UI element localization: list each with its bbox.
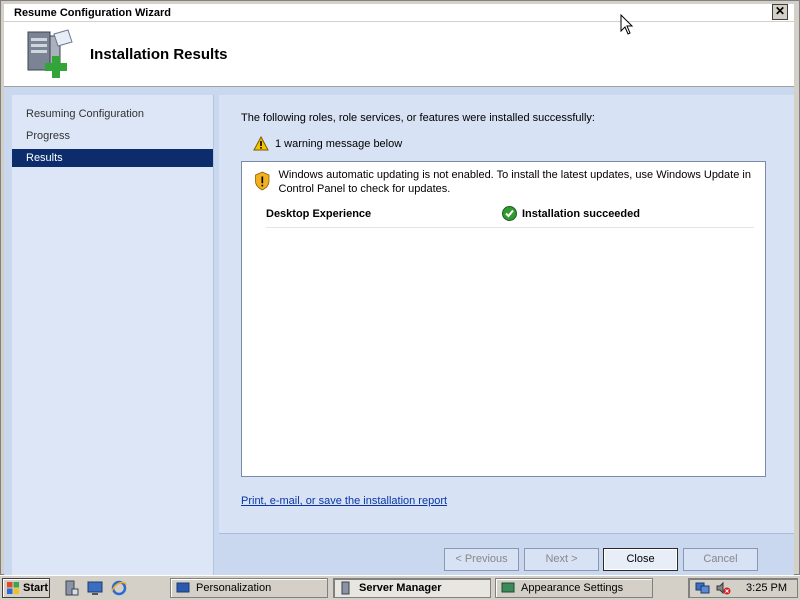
close-window-button[interactable]: ✕ bbox=[772, 4, 788, 20]
start-button[interactable]: Start bbox=[2, 578, 50, 598]
windows-logo-icon bbox=[7, 582, 19, 594]
task-appearance-settings[interactable]: Appearance Settings bbox=[495, 578, 653, 598]
task-server-manager[interactable]: Server Manager bbox=[333, 578, 491, 598]
sidebar-item-progress[interactable]: Progress bbox=[12, 127, 213, 145]
cancel-button[interactable]: Cancel bbox=[683, 548, 758, 571]
results-panel: The following roles, role services, or f… bbox=[219, 95, 794, 533]
warning-summary: 1 warning message below bbox=[253, 136, 402, 151]
wizard-steps-sidebar: Resuming Configuration Progress Results bbox=[12, 95, 214, 577]
feature-status: Installation succeeded bbox=[502, 206, 640, 221]
server-add-icon bbox=[27, 29, 73, 78]
previous-button[interactable]: < Previous bbox=[444, 548, 519, 571]
warning-message: Windows automatic updating is not enable… bbox=[278, 169, 751, 195]
window-title: Resume Configuration Wizard bbox=[14, 6, 171, 19]
server-manager-icon bbox=[341, 581, 350, 595]
next-button[interactable]: Next > bbox=[524, 548, 599, 571]
results-list[interactable]: Windows automatic updating is not enable… bbox=[241, 161, 766, 477]
page-title: Installation Results bbox=[90, 46, 228, 63]
server-manager-quicklaunch-icon[interactable] bbox=[62, 579, 80, 597]
taskbar: Start Personalization Server Manager App… bbox=[0, 575, 800, 600]
wizard-body: Resuming Configuration Progress Results … bbox=[4, 87, 794, 577]
sidebar-item-resuming-configuration[interactable]: Resuming Configuration bbox=[12, 105, 213, 123]
feature-name: Desktop Experience bbox=[266, 207, 372, 220]
task-label: Appearance Settings bbox=[521, 582, 624, 594]
installation-report-link[interactable]: Print, e-mail, or save the installation … bbox=[241, 495, 447, 507]
title-bar[interactable]: Resume Configuration Wizard ✕ bbox=[4, 4, 794, 21]
network-icon[interactable] bbox=[695, 580, 711, 596]
task-label: Personalization bbox=[196, 582, 272, 594]
internet-explorer-icon[interactable] bbox=[110, 579, 128, 597]
appearance-settings-icon bbox=[501, 582, 515, 593]
warning-message-row: Windows automatic updating is not enable… bbox=[254, 168, 764, 196]
success-check-icon bbox=[502, 206, 517, 221]
wizard-button-bar: < Previous Next > Close Cancel bbox=[219, 533, 794, 577]
task-label: Server Manager bbox=[359, 582, 442, 594]
warning-summary-text: 1 warning message below bbox=[275, 137, 403, 150]
task-personalization[interactable]: Personalization bbox=[170, 578, 328, 598]
feature-status-text: Installation succeeded bbox=[522, 207, 640, 220]
personalization-icon bbox=[176, 582, 190, 593]
start-label: Start bbox=[23, 582, 49, 594]
wizard-header: Installation Results bbox=[4, 22, 794, 87]
system-tray: 3:25 PM bbox=[688, 578, 798, 598]
volume-muted-icon[interactable] bbox=[715, 580, 731, 596]
show-desktop-icon[interactable] bbox=[86, 579, 104, 597]
close-button[interactable]: Close bbox=[603, 548, 678, 571]
shield-warning-icon bbox=[255, 171, 270, 191]
mouse-cursor-icon bbox=[620, 14, 634, 35]
sidebar-item-results[interactable]: Results bbox=[12, 149, 213, 167]
feature-result-row: Desktop Experience Installation succeede… bbox=[266, 206, 754, 228]
clock[interactable]: 3:25 PM bbox=[746, 582, 787, 594]
quick-launch bbox=[62, 579, 128, 597]
intro-text: The following roles, role services, or f… bbox=[241, 112, 595, 124]
warning-icon bbox=[253, 136, 269, 151]
wizard-window: Resume Configuration Wizard ✕ Installati… bbox=[0, 0, 800, 577]
